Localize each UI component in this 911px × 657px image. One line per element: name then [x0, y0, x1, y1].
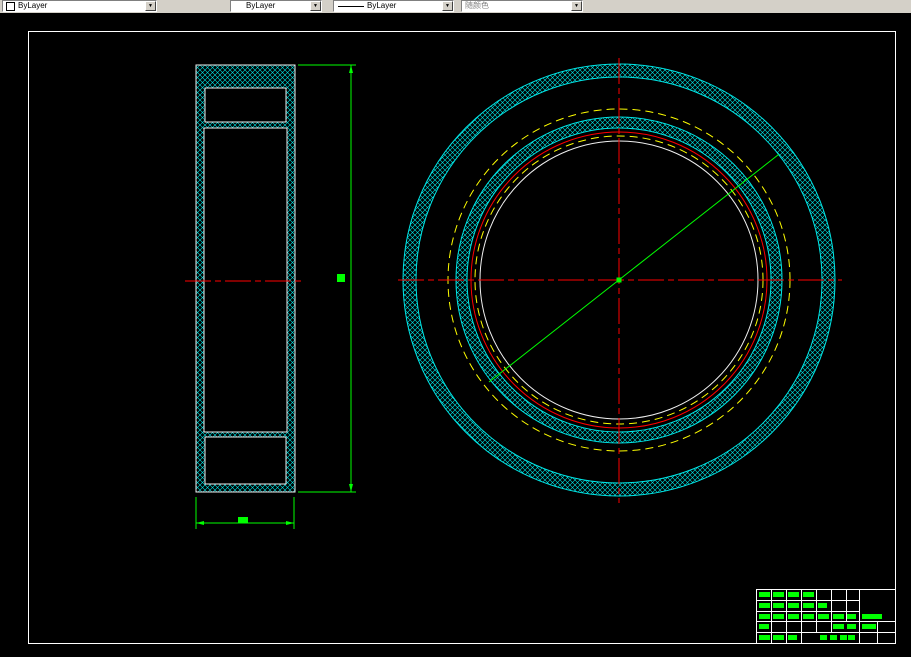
dimension-lines[interactable]	[195, 497, 295, 529]
chevron-down-icon[interactable]: ▼	[145, 1, 156, 11]
dimension-arrow-left	[196, 521, 204, 525]
section-bore-outline[interactable]	[203, 127, 288, 433]
color-control-value: ByLayer	[18, 1, 48, 10]
diameter-line[interactable]	[488, 154, 779, 383]
lineweight-control-dropdown[interactable]: ByLayer ▼	[333, 0, 454, 12]
color-control-dropdown[interactable]: ByLayer ▼	[2, 0, 157, 12]
drawing-svg	[28, 31, 896, 644]
section-hatch-bottom[interactable]	[204, 436, 287, 485]
chevron-down-icon[interactable]: ▼	[442, 1, 453, 11]
model-space-canvas[interactable]	[0, 13, 911, 657]
dimension-vertical[interactable]	[298, 64, 356, 493]
section-hatch-cyan[interactable]	[196, 65, 295, 492]
plot-style-control-dropdown[interactable]: 随颜色 ▼	[461, 0, 583, 12]
chevron-down-icon[interactable]: ▼	[310, 1, 321, 11]
linetype-control-value: ByLayer	[246, 1, 276, 10]
section-hatch-top[interactable]	[204, 87, 287, 123]
color-swatch-icon	[6, 1, 15, 11]
chevron-down-icon[interactable]: ▼	[571, 1, 582, 11]
section-view	[185, 64, 305, 493]
dimension-text[interactable]	[337, 274, 345, 282]
dimension-arrow-right	[286, 521, 294, 525]
front-view	[398, 58, 842, 503]
cad-application-window: ByLayer ▼ ByLayer ▼ ByLayer ▼ 随颜色 ▼	[0, 0, 911, 657]
lineweight-control-value: ByLayer	[367, 1, 397, 10]
object-properties-toolbar: ByLayer ▼ ByLayer ▼ ByLayer ▼ 随颜色 ▼	[0, 0, 911, 13]
title-block[interactable]	[756, 589, 896, 644]
dimension-arrow-up	[349, 65, 353, 73]
dimension-text[interactable]	[238, 517, 248, 523]
dimension-arrow-down	[349, 484, 353, 492]
dimension-lines[interactable]	[298, 64, 356, 493]
linetype-control-dropdown[interactable]: ByLayer ▼	[230, 0, 322, 12]
dimension-horizontal[interactable]	[195, 497, 295, 529]
lineweight-preview-icon	[338, 5, 364, 7]
section-outline[interactable]	[195, 64, 296, 493]
center-grip[interactable]	[616, 277, 622, 283]
plot-style-control-value: 随颜色	[465, 1, 489, 10]
